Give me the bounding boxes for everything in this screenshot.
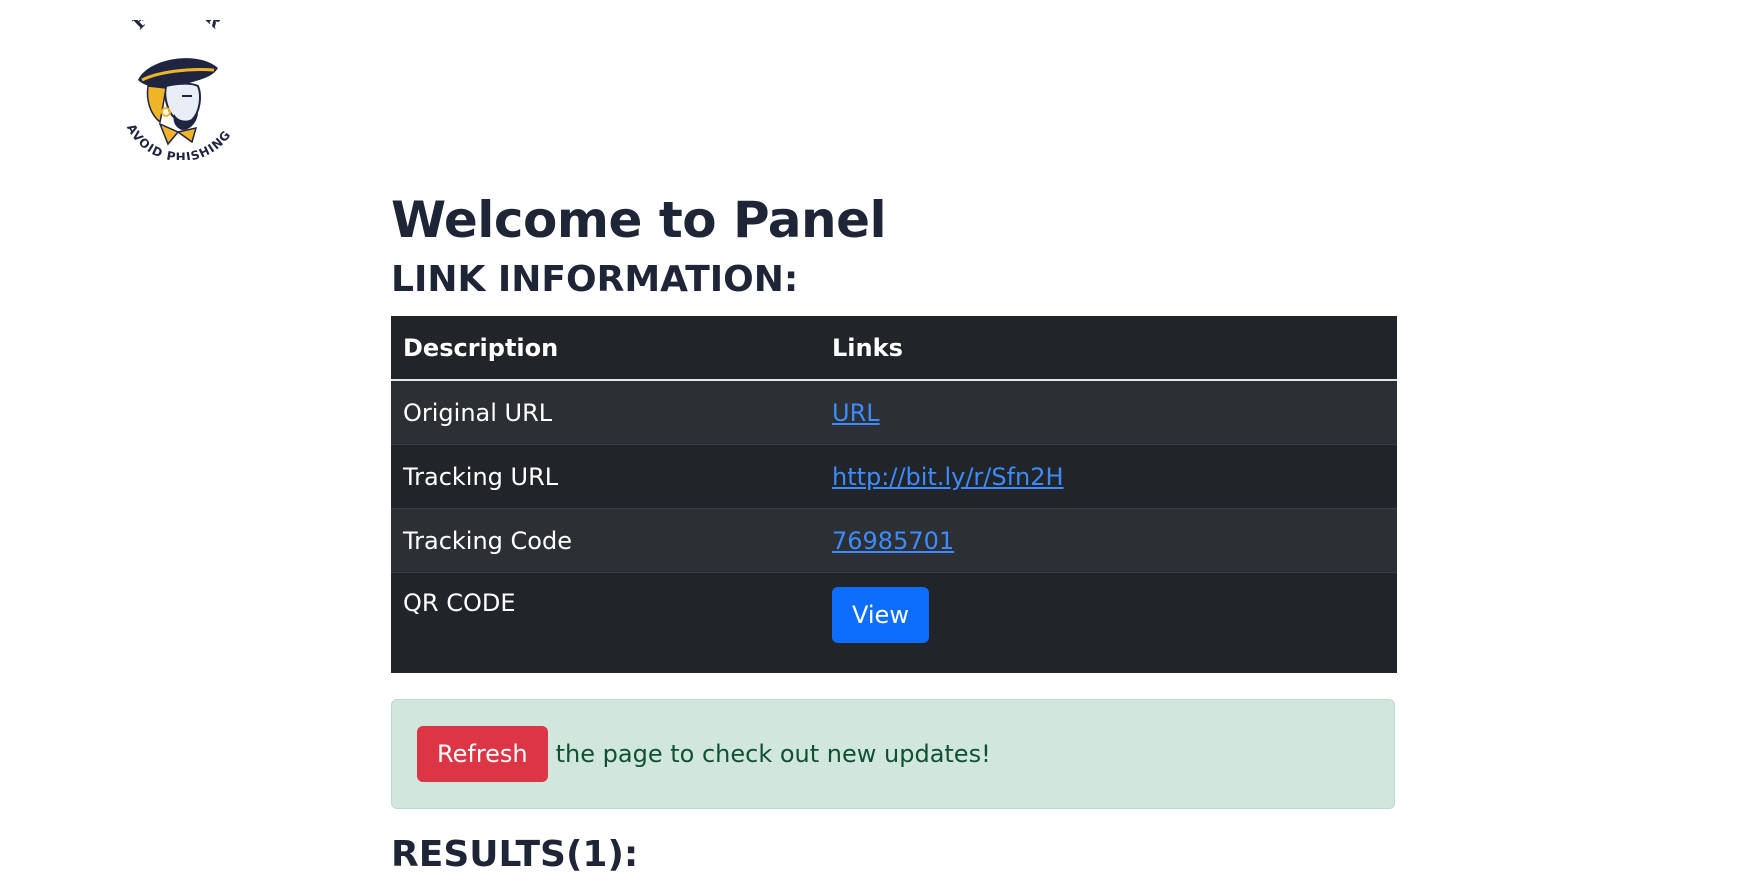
pirate-logo-icon: FISHER AVOID PHISHING — [124, 20, 233, 160]
link-information-table: Description Links Original URL URL Track… — [391, 316, 1397, 673]
page-title: Welcome to Panel — [391, 191, 887, 249]
row-description: QR CODE — [391, 572, 820, 673]
alert-message: the page to check out new updates! — [555, 740, 991, 768]
row-description: Tracking URL — [391, 444, 820, 509]
refresh-button[interactable]: Refresh — [417, 726, 548, 782]
row-link-cell: 76985701 — [820, 508, 1397, 573]
row-link-cell: http://bit.ly/r/Sfn2H — [820, 444, 1397, 509]
original-url-link[interactable]: URL — [832, 399, 880, 427]
row-link-cell: View — [820, 572, 1397, 673]
main-content: Welcome to Panel LINK INFORMATION: Descr… — [391, 190, 1397, 876]
row-description: Original URL — [391, 379, 820, 445]
svg-text:FISHER: FISHER — [129, 20, 226, 34]
tracking-url-link[interactable]: http://bit.ly/r/Sfn2H — [832, 463, 1064, 491]
link-information-heading: LINK INFORMATION: — [391, 259, 799, 300]
table-row-tracking-url: Tracking URL http://bit.ly/r/Sfn2H — [391, 444, 1397, 509]
row-link-cell: URL — [820, 379, 1397, 445]
refresh-alert: Refresh the page to check out new update… — [391, 699, 1395, 809]
fisher-logo[interactable]: FISHER AVOID PHISHING — [108, 20, 248, 160]
table-row-original-url: Original URL URL — [391, 379, 1397, 445]
table-row-qr-code: QR CODE View — [391, 572, 1397, 673]
results-heading: RESULTS(1): — [391, 834, 639, 875]
tracking-code-link[interactable]: 76985701 — [832, 527, 954, 555]
column-header-description: Description — [391, 316, 820, 381]
table-header-row: Description Links — [391, 316, 1397, 381]
column-header-links: Links — [820, 316, 1397, 381]
view-qr-code-button[interactable]: View — [832, 587, 929, 643]
page: FISHER AVOID PHISHING Welcome to Panel — [0, 0, 1753, 876]
table-row-tracking-code: Tracking Code 76985701 — [391, 508, 1397, 573]
row-description: Tracking Code — [391, 508, 820, 573]
